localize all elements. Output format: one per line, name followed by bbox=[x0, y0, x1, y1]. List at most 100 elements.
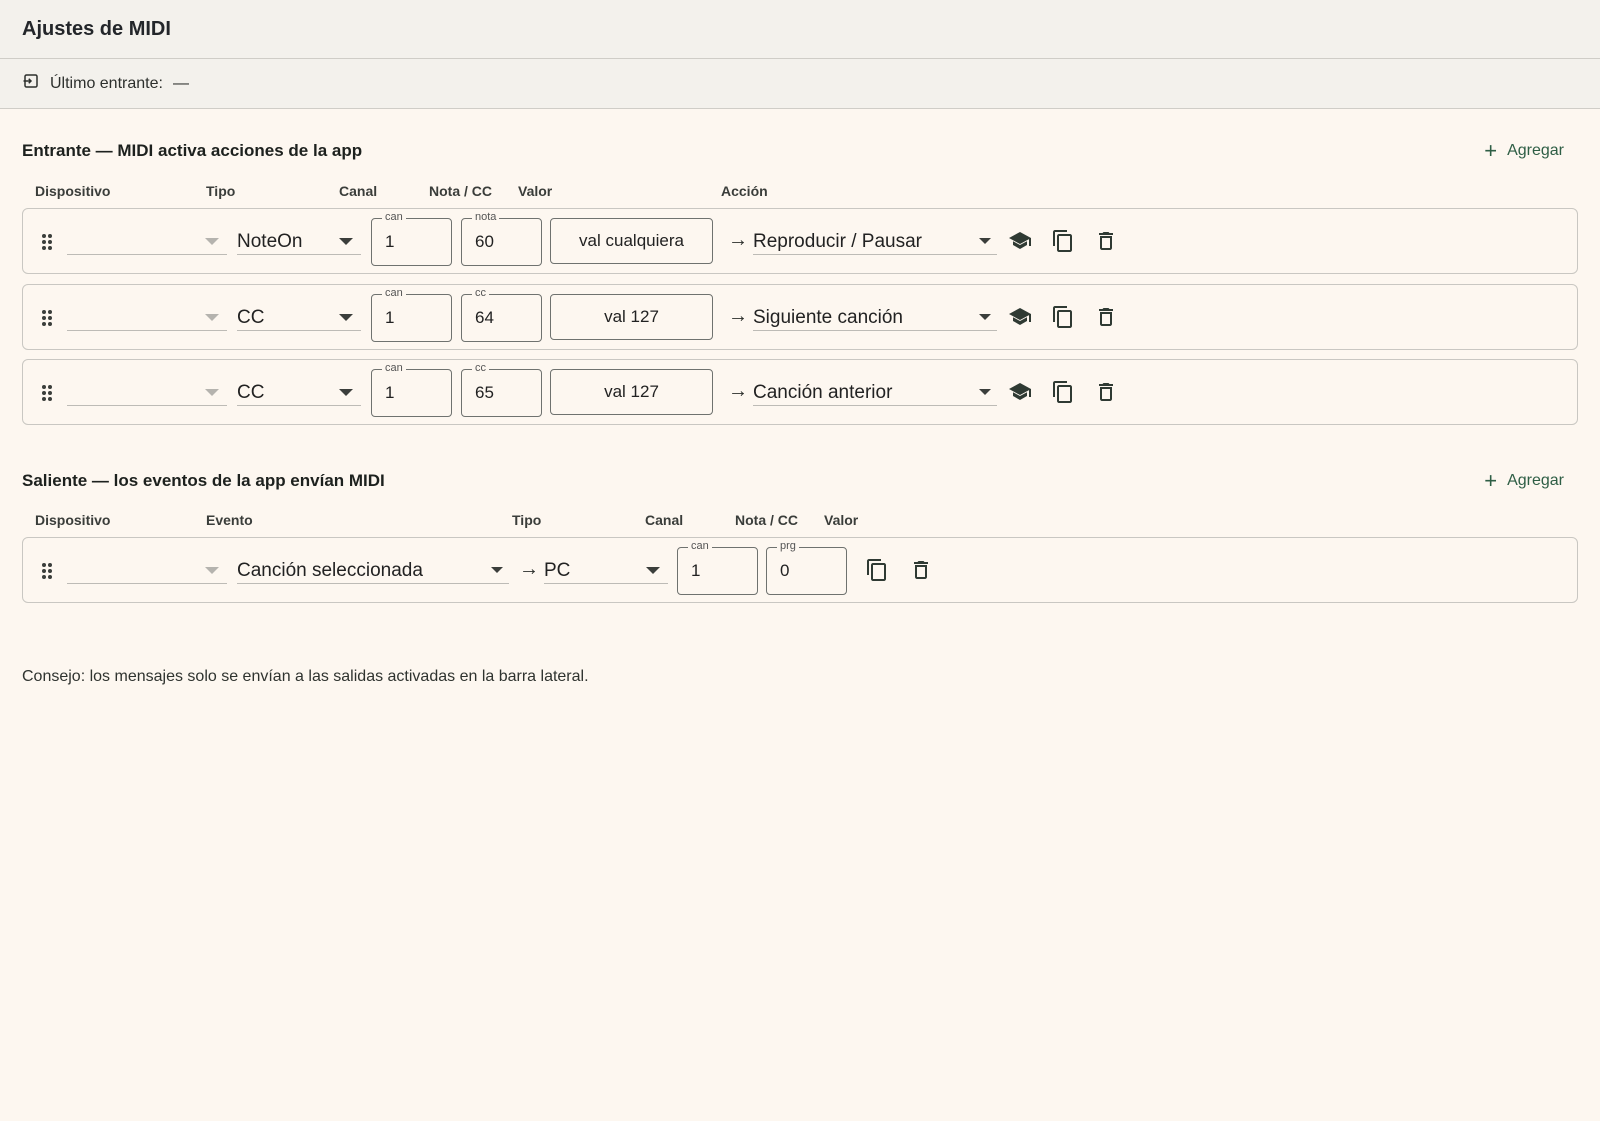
column-header-type: Tipo bbox=[206, 183, 236, 199]
type-value: CC bbox=[237, 381, 265, 403]
cc-field[interactable]: cc 65 bbox=[461, 361, 542, 417]
outgoing-column-headers: Dispositivo Evento Tipo Canal Nota / CC … bbox=[0, 512, 1600, 532]
drag-handle-icon[interactable] bbox=[39, 383, 55, 403]
drag-handle-icon[interactable] bbox=[39, 232, 55, 252]
arrow-right-icon: → bbox=[728, 305, 748, 327]
page-title: Ajustes de MIDI bbox=[22, 17, 171, 40]
drag-handle-icon[interactable] bbox=[39, 308, 55, 328]
chevron-down-icon bbox=[339, 314, 353, 321]
incoming-row: CC can 1 cc 64 val 127 → Siguiente canci… bbox=[22, 284, 1578, 350]
trash-icon[interactable] bbox=[1094, 229, 1118, 253]
add-outgoing-label: Agregar bbox=[1507, 472, 1564, 489]
arrow-right-icon: → bbox=[728, 380, 748, 402]
device-select[interactable] bbox=[67, 380, 227, 406]
action-value: Siguiente canción bbox=[753, 306, 903, 328]
cc-field[interactable]: cc 64 bbox=[461, 286, 542, 342]
channel-field-label: can bbox=[382, 210, 406, 224]
type-select[interactable]: CC bbox=[237, 380, 361, 406]
note-field[interactable]: nota 60 bbox=[461, 210, 542, 266]
add-incoming-label: Agregar bbox=[1507, 142, 1564, 159]
column-header-value: Valor bbox=[824, 512, 859, 528]
device-select[interactable] bbox=[67, 305, 227, 331]
outgoing-row: Canción seleccionada → PC can 1 prg 0 bbox=[22, 537, 1578, 603]
copy-icon[interactable] bbox=[865, 558, 889, 582]
action-value: Reproducir / Pausar bbox=[753, 230, 922, 252]
learn-icon[interactable] bbox=[1008, 229, 1032, 253]
chevron-down-icon bbox=[491, 567, 503, 573]
action-select[interactable]: Siguiente canción bbox=[753, 305, 997, 331]
chevron-down-icon bbox=[979, 389, 991, 395]
value-button[interactable]: val 127 bbox=[550, 294, 713, 340]
channel-field[interactable]: can 1 bbox=[677, 539, 758, 595]
channel-field[interactable]: can 1 bbox=[371, 286, 452, 342]
channel-value: 1 bbox=[691, 561, 701, 580]
column-header-event: Evento bbox=[206, 512, 253, 528]
incoming-column-headers: Dispositivo Tipo Canal Nota / CC Valor A… bbox=[0, 183, 1600, 203]
chevron-down-icon bbox=[205, 314, 219, 321]
arrow-right-icon: → bbox=[519, 558, 539, 580]
copy-icon[interactable] bbox=[1051, 305, 1075, 329]
value-button[interactable]: val 127 bbox=[550, 369, 713, 415]
chevron-down-icon bbox=[205, 238, 219, 245]
column-header-type: Tipo bbox=[512, 512, 542, 528]
column-header-action: Acción bbox=[721, 183, 768, 199]
cc-field-label: cc bbox=[472, 286, 489, 300]
outgoing-section-header: Saliente — los eventos de la app envían … bbox=[22, 466, 1566, 496]
chevron-down-icon bbox=[339, 238, 353, 245]
channel-field[interactable]: can 1 bbox=[371, 361, 452, 417]
trash-icon[interactable] bbox=[909, 558, 933, 582]
copy-icon[interactable] bbox=[1051, 380, 1075, 404]
type-select[interactable]: CC bbox=[237, 305, 361, 331]
column-header-device: Dispositivo bbox=[35, 512, 111, 528]
channel-value: 1 bbox=[385, 308, 395, 327]
tip-text: Consejo: los mensajes solo se envían a l… bbox=[22, 668, 589, 685]
outgoing-section-title: Saliente — los eventos de la app envían … bbox=[22, 471, 385, 490]
event-select[interactable]: Canción seleccionada bbox=[237, 558, 509, 584]
incoming-row: NoteOn can 1 nota 60 val cualquiera → Re… bbox=[22, 208, 1578, 274]
cc-value: 65 bbox=[475, 383, 494, 402]
learn-icon[interactable] bbox=[1008, 380, 1032, 404]
title-bar: Ajustes de MIDI bbox=[0, 0, 1600, 59]
arrow-right-icon: → bbox=[728, 229, 748, 251]
value-button[interactable]: val cualquiera bbox=[550, 218, 713, 264]
cc-value: 64 bbox=[475, 308, 494, 327]
action-select[interactable]: Canción anterior bbox=[753, 380, 997, 406]
drag-handle-icon[interactable] bbox=[39, 561, 55, 581]
chevron-down-icon bbox=[646, 567, 660, 574]
trash-icon[interactable] bbox=[1094, 380, 1118, 404]
note-value: 60 bbox=[475, 232, 494, 251]
trash-icon[interactable] bbox=[1094, 305, 1118, 329]
device-select[interactable] bbox=[67, 229, 227, 255]
cc-field-label: cc bbox=[472, 361, 489, 375]
type-value: CC bbox=[237, 306, 265, 328]
incoming-row: CC can 1 cc 65 val 127 → Canción anterio… bbox=[22, 359, 1578, 425]
chevron-down-icon bbox=[205, 389, 219, 396]
add-outgoing-button[interactable]: + Agregar bbox=[1482, 466, 1566, 496]
input-icon bbox=[22, 72, 40, 95]
event-value: Canción seleccionada bbox=[237, 559, 423, 581]
column-header-channel: Canal bbox=[339, 183, 378, 199]
learn-icon[interactable] bbox=[1008, 305, 1032, 329]
chevron-down-icon bbox=[205, 567, 219, 574]
action-select[interactable]: Reproducir / Pausar bbox=[753, 229, 997, 255]
column-header-device: Dispositivo bbox=[35, 183, 111, 199]
add-incoming-button[interactable]: + Agregar bbox=[1482, 136, 1566, 166]
incoming-section-title: Entrante — MIDI activa acciones de la ap… bbox=[22, 141, 363, 160]
type-select[interactable]: NoteOn bbox=[237, 229, 361, 255]
type-value: NoteOn bbox=[237, 230, 303, 252]
program-field-label: prg bbox=[777, 539, 799, 553]
channel-field[interactable]: can 1 bbox=[371, 210, 452, 266]
plus-icon: + bbox=[1484, 468, 1498, 493]
copy-icon[interactable] bbox=[1051, 229, 1075, 253]
device-select[interactable] bbox=[67, 558, 227, 584]
channel-field-label: can bbox=[688, 539, 712, 553]
program-value: 0 bbox=[780, 561, 790, 580]
program-field[interactable]: prg 0 bbox=[766, 539, 847, 595]
channel-field-label: can bbox=[382, 361, 406, 375]
column-header-note-cc: Nota / CC bbox=[429, 183, 492, 199]
channel-value: 1 bbox=[385, 232, 395, 251]
channel-value: 1 bbox=[385, 383, 395, 402]
last-incoming-label: Último entrante: bbox=[50, 74, 163, 92]
plus-icon: + bbox=[1484, 138, 1498, 163]
type-select[interactable]: PC bbox=[544, 558, 668, 584]
